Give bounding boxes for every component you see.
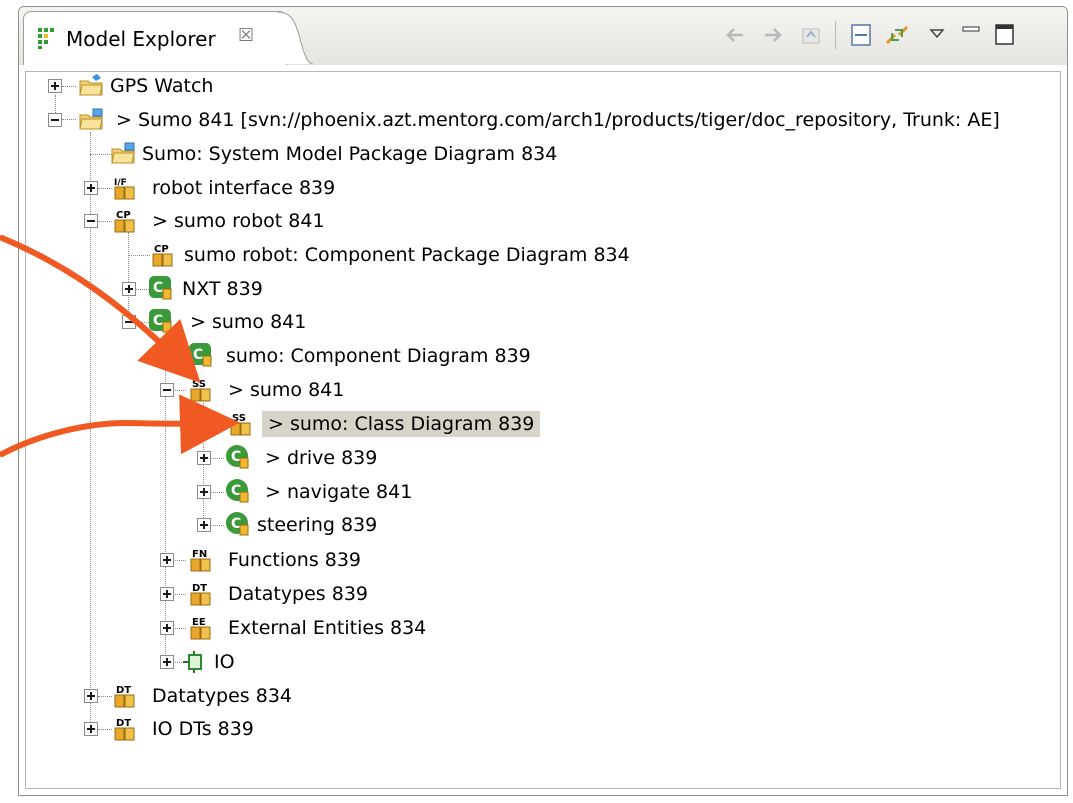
collapse-icon[interactable]: [84, 214, 98, 228]
svg-text:DT: DT: [192, 583, 207, 594]
datatypes-package-icon: DT: [190, 583, 211, 606]
class-diagram-icon: SS: [230, 413, 251, 436]
svg-text:SS: SS: [232, 413, 246, 424]
tree-item-label: robot interface 839: [152, 177, 336, 199]
class-icon: C: [226, 512, 249, 536]
svg-text:I/F: I/F: [114, 178, 127, 188]
svg-text:FN: FN: [192, 549, 207, 560]
tree-item-navigate[interactable]: C > navigate 841: [195, 476, 445, 508]
datatypes-package-icon: DT: [114, 685, 135, 708]
expand-icon[interactable]: [122, 282, 136, 296]
expand-icon[interactable]: [197, 518, 211, 532]
component-icon: C: [149, 276, 172, 300]
tree-item-label: External Entities 834: [228, 617, 427, 639]
expand-icon[interactable]: [48, 79, 62, 93]
tree-item-label: NXT 839: [182, 278, 263, 300]
tree-item-class-diagram[interactable]: SS > sumo: Class Diagram 839: [228, 408, 558, 440]
tree-item-sumo-subsystem[interactable]: SS > sumo 841: [158, 374, 408, 406]
svg-text:C: C: [193, 347, 203, 363]
tree-item-gps-watch[interactable]: GPS Watch: [46, 70, 446, 102]
tree-item-system-model-package-diagram[interactable]: Sumo: System Model Package Diagram 834: [110, 138, 580, 170]
tree-item-label-selected: > sumo: Class Diagram 839: [262, 411, 541, 437]
tree-item-datatypes-839[interactable]: DT Datatypes 839: [158, 578, 408, 610]
tree-item-label: GPS Watch: [110, 75, 214, 97]
external-entities-package-icon: EE: [190, 617, 211, 640]
tree-item-component-package-diagram[interactable]: CP sumo robot: Component Package Diagram…: [150, 239, 650, 271]
svg-text:C: C: [153, 280, 163, 296]
tree-item-label: > drive 839: [265, 447, 378, 469]
tree-item-datatypes-834[interactable]: DT Datatypes 834: [82, 680, 332, 712]
tree-item-label: > Sumo 841 [svn://phoenix.azt.mentorg.co…: [116, 109, 1000, 131]
tree-item-component-diagram[interactable]: C sumo: Component Diagram 839: [188, 340, 588, 372]
class-icon: C: [226, 479, 249, 503]
subsystem-icon: SS: [190, 379, 211, 402]
tree-item-sumo-project[interactable]: > Sumo 841 [svn://phoenix.azt.mentorg.co…: [46, 104, 1036, 136]
tree-item-label: sumo robot: Component Package Diagram 83…: [184, 244, 630, 266]
tree-item-external-entities[interactable]: EE External Entities 834: [158, 612, 458, 644]
expand-icon[interactable]: [160, 553, 174, 567]
tree-item-drive[interactable]: C > drive 839: [195, 442, 445, 474]
expand-icon[interactable]: [160, 655, 174, 669]
tree-item-label: Datatypes 839: [228, 583, 369, 605]
package-diagram-icon: [111, 142, 135, 164]
tree-item-robot-interface[interactable]: I/F robot interface 839: [82, 172, 382, 204]
component-package-diagram-icon: CP: [152, 244, 173, 267]
tree-item-nxt[interactable]: C NXT 839: [120, 273, 320, 305]
svg-text:DT: DT: [116, 718, 131, 729]
tree-item-sumo-component[interactable]: C > sumo 841: [120, 306, 320, 338]
svg-text:C: C: [153, 313, 163, 329]
component-icon: C: [149, 309, 172, 333]
svg-text:SS: SS: [192, 379, 206, 390]
tree-item-sumo-robot[interactable]: CP > sumo robot 841: [82, 205, 382, 237]
tree-item-label: > sumo robot 841: [152, 210, 325, 232]
tree-item-label: Functions 839: [228, 549, 362, 571]
expand-icon[interactable]: [160, 587, 174, 601]
tree-item-label: > navigate 841: [265, 481, 413, 503]
tree-item-label: sumo: Component Diagram 839: [226, 345, 531, 367]
tree-item-label: > sumo 841: [190, 311, 307, 333]
expand-icon[interactable]: [197, 485, 211, 499]
tree-item-io[interactable]: IO: [158, 646, 358, 678]
tree-item-label: > sumo 841: [228, 379, 345, 401]
model-tree: GPS Watch > Sumo 841 [svn://phoenix.azt.…: [0, 0, 1073, 803]
tree-item-label: IO DTs 839: [152, 718, 254, 740]
tree-item-label: steering 839: [257, 514, 378, 536]
collapse-icon[interactable]: [160, 383, 174, 397]
tree-item-label: Sumo: System Model Package Diagram 834: [142, 143, 558, 165]
svg-text:DT: DT: [116, 685, 131, 696]
tree-item-io-dts[interactable]: DT IO DTs 839: [82, 713, 332, 745]
expand-icon[interactable]: [84, 689, 98, 703]
interface-package-icon: I/F: [114, 178, 135, 200]
folder-icon: [79, 74, 103, 96]
port-icon: [183, 651, 202, 673]
tree-item-label: IO: [214, 651, 235, 673]
tree-item-label: Datatypes 834: [152, 685, 293, 707]
collapse-icon[interactable]: [48, 113, 62, 127]
svg-text:CP: CP: [154, 244, 169, 255]
expand-icon[interactable]: [84, 181, 98, 195]
datatypes-package-icon: DT: [114, 718, 135, 741]
expand-icon[interactable]: [160, 621, 174, 635]
svg-text:EE: EE: [192, 617, 206, 628]
functions-package-icon: FN: [190, 549, 211, 572]
collapse-icon[interactable]: [122, 315, 136, 329]
component-diagram-icon: C: [189, 343, 212, 367]
tree-item-functions[interactable]: FN Functions 839: [158, 544, 408, 576]
tree-item-steering[interactable]: C steering 839: [195, 509, 445, 541]
expand-icon[interactable]: [84, 722, 98, 736]
class-icon: C: [226, 445, 249, 469]
component-package-icon: CP: [114, 210, 135, 233]
expand-icon[interactable]: [197, 451, 211, 465]
project-folder-icon: [79, 108, 103, 130]
svg-text:CP: CP: [116, 210, 131, 221]
